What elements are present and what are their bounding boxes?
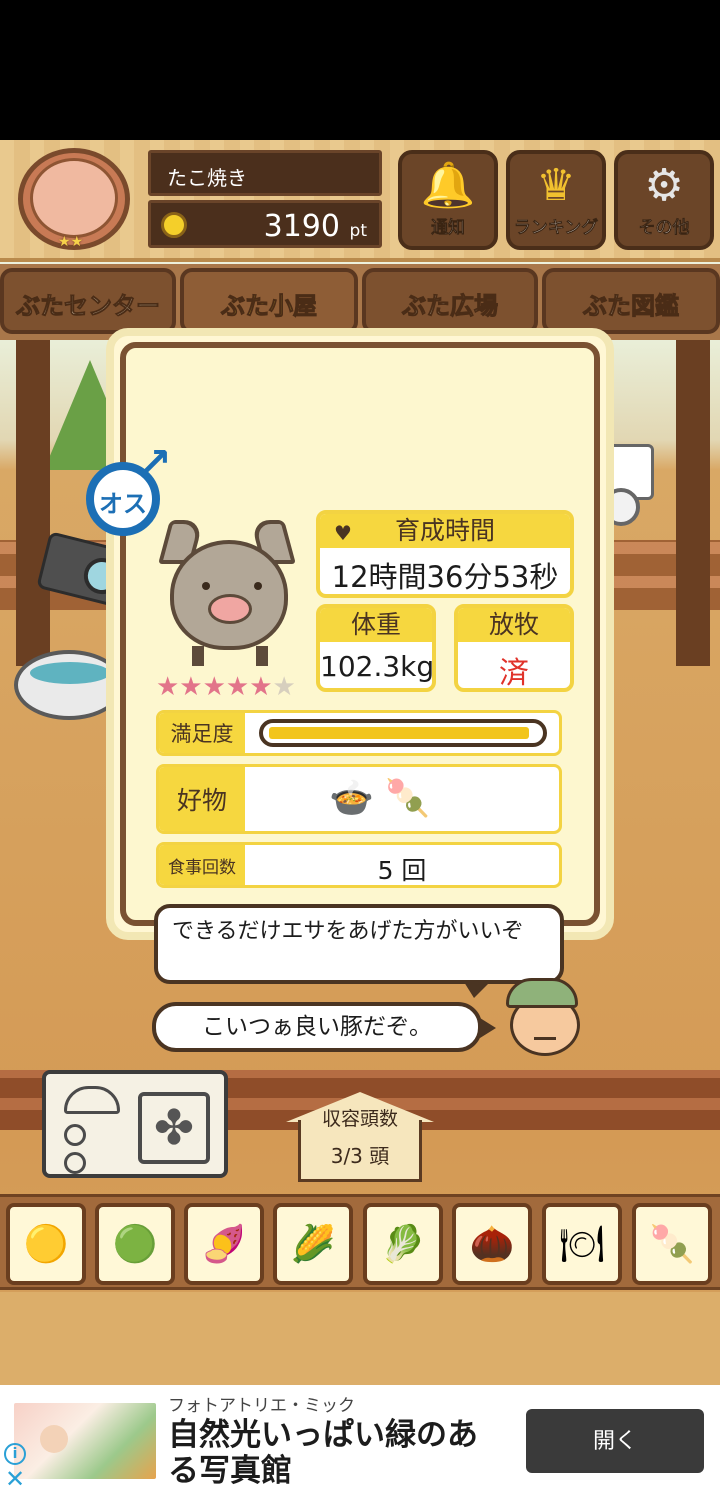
tab-pig-plaza[interactable]: ぶた広場 [362, 268, 538, 334]
ranking-button[interactable]: ♛ ランキング [506, 150, 606, 250]
ad-advertiser: フォトアトリエ・ミック [168, 1396, 355, 1416]
capacity-sign: 収容頭数 3/3 頭 [286, 1092, 434, 1188]
raising-time-card: ♥ 育成時間 12時間36分53秒 [316, 510, 574, 598]
food-slot[interactable]: 🍽 [542, 1203, 622, 1285]
sweet-potato-icon: 🍠 [201, 1224, 247, 1265]
ad-headline[interactable]: 自然光いっぱい緑のある写真館 [168, 1417, 508, 1489]
meal-count-label: 食事回数 [159, 845, 245, 885]
pig-snout-icon [208, 594, 252, 624]
food-slot[interactable]: 🟡 [6, 1203, 86, 1285]
satisfaction-label: 満足度 [159, 713, 245, 753]
other-button-label: その他 [638, 218, 690, 239]
raising-time-value: 12時間36分53秒 [331, 560, 559, 594]
corn-pile-icon: 🍲 [329, 778, 374, 819]
gauge-icon [64, 1086, 120, 1114]
weight-card: 体重 102.3kg [316, 604, 436, 692]
food-slot[interactable]: 🥬 [363, 1203, 443, 1285]
fence-post [676, 336, 710, 666]
crown-icon: ♛ [536, 160, 576, 211]
gender-label: オス [99, 490, 147, 518]
gear-icon: ⚙ [644, 160, 684, 211]
meal-count-value: 5 回 [377, 856, 427, 885]
ad-banner[interactable]: フォトアトリエ・ミック 自然光いっぱい緑のある写真館 開く i ✕ [0, 1385, 720, 1496]
notify-button[interactable]: 🔔 通知 [398, 150, 498, 250]
advice-bubble: できるだけエサをあげた方がいいぞ [154, 904, 564, 998]
satisfaction-row: 満足度 [156, 710, 562, 756]
knob-icon [64, 1124, 86, 1146]
star-empty-icon: ★ [272, 672, 296, 702]
fence-post [16, 336, 50, 666]
grazing-label: 放牧 [458, 608, 570, 642]
star-filled-icon: ★★★★★ [156, 672, 273, 702]
coin-icon [161, 212, 187, 238]
ranking-button-label: ランキング [513, 218, 599, 239]
farmer-avatar [504, 978, 584, 1058]
grazing-card: 放牧 済 [454, 604, 574, 692]
ad-photo[interactable] [14, 1403, 156, 1479]
tab-label: ぶたセンター [16, 292, 161, 321]
feed-pile-icon: 🟡 [23, 1224, 69, 1265]
notify-button-label: 通知 [431, 218, 466, 239]
weight-value: 102.3kg [320, 650, 435, 683]
male-icon: ↗ [138, 440, 172, 486]
comment-bubble: こいつぁ良い豚だぞ。 [152, 1002, 496, 1052]
meal-count-row: 食事回数 5 回 [156, 842, 562, 888]
food-slot[interactable]: 🍡 [632, 1203, 712, 1285]
ad-info-icon[interactable]: i [4, 1443, 26, 1465]
player-avatar[interactable]: ★★ [14, 148, 138, 256]
player-name-box: たこ焼き [148, 150, 382, 196]
pig-face-icon [30, 158, 118, 238]
meatball-plate-icon: 🍡 [649, 1224, 695, 1265]
vegetables-icon: 🥬 [380, 1224, 426, 1265]
points-box: 3190 pt [148, 200, 382, 248]
tab-pig-hut[interactable]: ぶた小屋 [180, 268, 358, 334]
tab-label: ぶた図鑑 [583, 292, 680, 321]
food-slot[interactable]: 🍠 [184, 1203, 264, 1285]
header: ★★ たこ焼き 3190 pt 🔔 通知 ♛ ランキング ⚙ その他 [0, 140, 720, 262]
food-slot[interactable]: 🌽 [273, 1203, 353, 1285]
acorn-icon: 🌰 [469, 1224, 515, 1265]
weight-label: 体重 [320, 608, 432, 642]
heart-icon: ♥ [334, 521, 352, 545]
favorite-foods-row: 好物 🍲 🍡 [156, 764, 562, 834]
other-button[interactable]: ⚙ その他 [614, 150, 714, 250]
ad-close-icon[interactable]: ✕ [4, 1467, 26, 1491]
star-rating: ★★★★★★ [156, 672, 296, 702]
favorite-foods-label: 好物 [159, 767, 245, 831]
player-name: たこ焼き [167, 166, 247, 190]
capacity-value: 3/3 頭 [330, 1144, 390, 1168]
mixed-feed-icon: 🟢 [112, 1224, 158, 1265]
points-display: 3190 pt [264, 209, 367, 244]
tab-pig-guide[interactable]: ぶた図鑑 [542, 268, 720, 334]
points-value: 3190 [263, 209, 340, 244]
bell-icon: 🔔 [420, 160, 476, 211]
fan-icon: ✤ [138, 1092, 210, 1164]
raising-time-label: 育成時間 [394, 516, 495, 545]
corn-icon: 🌽 [290, 1224, 336, 1265]
rank-stars-icon: ★★ [58, 234, 84, 250]
status-bar [0, 0, 720, 140]
food-slot[interactable]: 🌰 [452, 1203, 532, 1285]
food-bar: 🟡 🟢 🍠 🌽 🥬 🌰 🍽 🍡 [0, 1194, 720, 1290]
corn-plate-icon: 🍽 [559, 1224, 605, 1265]
food-slot[interactable]: 🟢 [95, 1203, 175, 1285]
pig-portrait [158, 520, 296, 670]
tab-pig-center[interactable]: ぶたセンター [0, 268, 176, 334]
tab-label: ぶた小屋 [221, 292, 318, 321]
ad-open-button[interactable]: 開く [526, 1409, 704, 1473]
knob-icon [64, 1152, 86, 1174]
points-unit: pt [349, 221, 367, 241]
capacity-label: 収容頭数 [321, 1108, 398, 1130]
meatball-plate-icon: 🍡 [385, 778, 431, 819]
climate-control-panel[interactable]: ✤ [42, 1070, 228, 1178]
grazing-value: 済 [499, 656, 529, 691]
satisfaction-bar-fill [269, 727, 529, 739]
satisfaction-bar [259, 719, 547, 747]
ground [0, 1292, 720, 1385]
tab-label: ぶた広場 [402, 292, 499, 321]
